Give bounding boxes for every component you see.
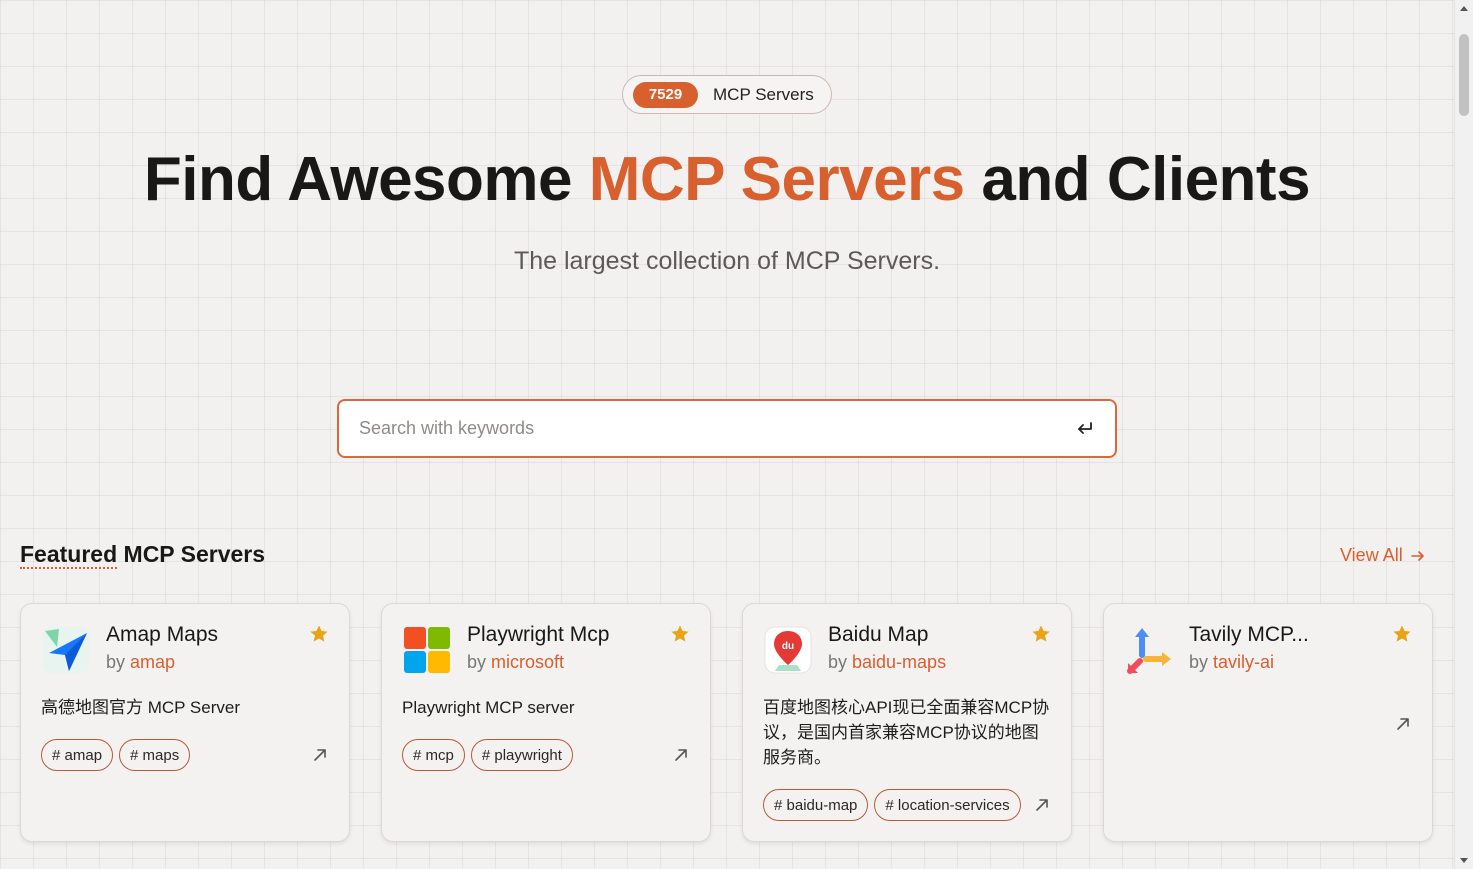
server-card-baidu[interactable]: du Baidu Map by baidu-maps 百度地图核心API现已全面… [742, 603, 1072, 842]
star-icon [310, 625, 328, 642]
baidu-map-logo-icon: du [764, 626, 812, 674]
arrow-up-right-icon[interactable] [673, 747, 689, 763]
card-author-link[interactable]: amap [130, 652, 175, 672]
scroll-down-arrow-icon[interactable] [1459, 855, 1469, 865]
arrow-up-right-icon[interactable] [1395, 716, 1411, 732]
card-description: Playwright MCP server [402, 698, 575, 717]
enter-icon[interactable] [1075, 419, 1095, 439]
microsoft-logo-icon [404, 627, 450, 673]
card-tags: # baidu-map # location-services [763, 789, 1021, 821]
server-count-label: MCP Servers [713, 84, 814, 104]
card-name: Amap Maps [106, 623, 219, 646]
card-author-link[interactable]: microsoft [491, 652, 564, 672]
server-count-pill[interactable]: 7529 MCP Servers [622, 75, 832, 114]
hero-subtitle: The largest collection of MCP Servers. [513, 247, 941, 275]
card-tags: # mcp # playwright [402, 739, 573, 771]
card-description: 高德地图官方 MCP Server [41, 698, 240, 717]
vertical-scrollbar[interactable] [1454, 0, 1473, 869]
star-icon [671, 625, 689, 642]
hero-title-end: and Clients [964, 145, 1311, 214]
hero-title-start: Find Awesome [143, 145, 589, 214]
arrow-right-icon [1410, 550, 1424, 561]
card-author-line: by amap [106, 652, 175, 673]
arrow-up-right-icon[interactable] [1034, 797, 1050, 813]
card-author-line: by microsoft [467, 652, 564, 673]
featured-title-rest: MCP Servers [117, 541, 266, 567]
card-by-label: by [1189, 652, 1214, 672]
tag-chip[interactable]: # location-services [874, 789, 1021, 821]
server-card-amap[interactable]: Amap Maps by amap 高德地图官方 MCP Server # am… [20, 603, 350, 842]
star-icon [1393, 625, 1411, 642]
tag-chip[interactable]: # baidu-map [763, 789, 869, 821]
card-author-link[interactable]: tavily-ai [1213, 652, 1274, 672]
card-name: Baidu Map [828, 623, 929, 646]
tag-chip[interactable]: # playwright [470, 739, 573, 771]
card-by-label: by [828, 652, 853, 672]
server-count-badge: 7529 [633, 81, 698, 108]
view-all-label: View All [1340, 545, 1403, 565]
card-author-link[interactable]: baidu-maps [852, 652, 946, 672]
tag-chip[interactable]: # maps [119, 739, 191, 771]
server-card-playwright[interactable]: Playwright Mcp by microsoft Playwright M… [381, 603, 711, 842]
tag-chip[interactable]: # amap [41, 739, 114, 771]
star-icon [1032, 625, 1050, 642]
card-name: Playwright Mcp [467, 623, 610, 646]
arrow-up-right-icon[interactable] [312, 747, 328, 763]
server-card-tavily[interactable]: Tavily MCP... by tavily-ai [1103, 603, 1433, 842]
scrollbar-thumb[interactable] [1459, 34, 1469, 116]
hero-title: Find Awesome MCP Servers and Clients [0, 144, 1454, 215]
amap-logo-icon [43, 627, 89, 673]
card-author-line: by baidu-maps [828, 652, 946, 673]
card-author-line: by tavily-ai [1189, 652, 1274, 673]
hero-title-accent: MCP Servers [588, 145, 965, 214]
scroll-up-arrow-icon[interactable] [1459, 4, 1469, 14]
featured-title-underlined: Featured [20, 541, 118, 569]
tag-chip[interactable]: # mcp [402, 739, 465, 771]
card-by-label: by [467, 652, 492, 672]
card-by-label: by [106, 652, 131, 672]
featured-section-title: Featured MCP Servers [20, 541, 266, 569]
search-box[interactable] [337, 399, 1117, 458]
page: 7529 MCP Servers Find Awesome MCP Server… [0, 0, 1454, 869]
search-input[interactable] [359, 418, 1075, 439]
tavily-logo-icon [1127, 628, 1171, 674]
card-name: Tavily MCP... [1189, 623, 1309, 646]
card-tags: # amap # maps [41, 739, 191, 771]
card-description: 百度地图核心API现已全面兼容MCP协议，是国内首家兼容MCP协议的地图服务商。 [763, 698, 1050, 767]
svg-text:du: du [782, 641, 794, 652]
view-all-link[interactable]: View All [1340, 545, 1425, 566]
